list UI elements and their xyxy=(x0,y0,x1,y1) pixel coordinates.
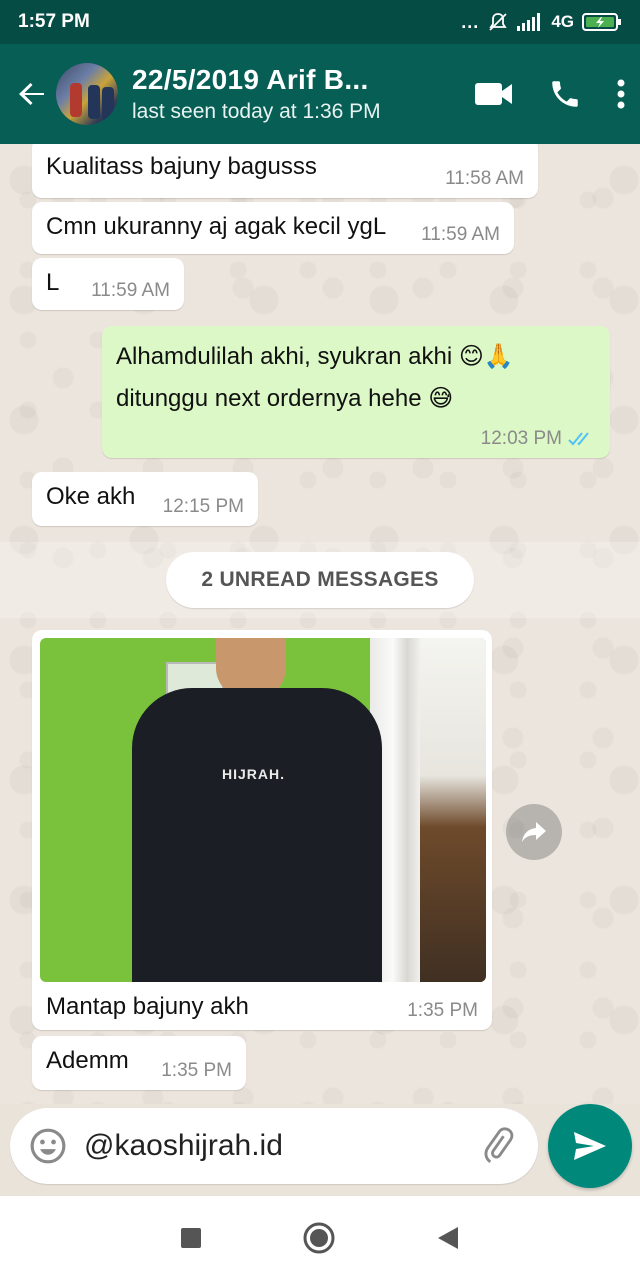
paperclip-icon xyxy=(484,1127,514,1164)
more-vertical-icon xyxy=(617,79,625,109)
signal-icon xyxy=(517,13,543,31)
shirt-print-text: HIJRAH. xyxy=(222,766,286,782)
status-icons: ... 4G xyxy=(461,12,622,33)
message-time: 11:59 AM xyxy=(421,224,500,245)
send-icon xyxy=(574,1132,606,1160)
contact-avatar[interactable] xyxy=(56,63,118,125)
message-time: 12:15 PM xyxy=(162,496,244,517)
message-incoming[interactable]: Kualitass bajuny bagusss 11:58 AM xyxy=(32,144,538,198)
video-call-icon xyxy=(475,83,512,105)
photo-tshirt xyxy=(132,688,382,982)
forward-icon xyxy=(522,822,546,842)
message-time: 11:59 AM xyxy=(91,280,170,301)
message-incoming[interactable]: Cmn ukuranny aj agak kecil ygL 11:59 AM xyxy=(32,202,514,254)
message-time: 12:03 PM xyxy=(481,428,596,450)
back-button[interactable] xyxy=(8,70,56,118)
message-time: 1:35 PM xyxy=(407,1000,478,1021)
message-input[interactable]: @kaoshijrah.id xyxy=(84,1129,474,1163)
message-text: Ademm xyxy=(46,1047,129,1074)
video-call-button[interactable] xyxy=(474,81,514,107)
message-list[interactable]: Kualitass bajuny bagusss 11:58 AM Cmn uk… xyxy=(0,144,640,1104)
status-time: 1:57 PM xyxy=(18,11,90,32)
unread-messages-divider: 2 UNREAD MESSAGES xyxy=(166,552,474,608)
message-time: 1:35 PM xyxy=(161,1060,232,1081)
message-text-line1: Alhamdulilah akhi, syukran akhi 😊🙏 xyxy=(116,343,514,370)
network-type: 4G xyxy=(551,12,574,31)
message-incoming[interactable]: L 11:59 AM xyxy=(32,258,184,310)
header-actions xyxy=(474,77,626,111)
more-options-button[interactable] xyxy=(616,79,626,109)
message-text: Kualitass bajuny bagusss xyxy=(46,153,317,180)
arrow-left-icon xyxy=(19,83,44,105)
shared-photo[interactable]: HIJRAH. xyxy=(40,638,486,982)
message-text: Cmn ukuranny aj agak kecil ygL xyxy=(46,213,387,240)
message-incoming[interactable]: Oke akh 12:15 PM xyxy=(32,472,258,526)
attach-button[interactable] xyxy=(474,1122,522,1170)
phone-icon xyxy=(552,81,578,107)
status-bar: 1:57 PM ... 4G xyxy=(0,0,640,44)
system-navigation-bar xyxy=(0,1196,640,1280)
image-caption: Mantap bajuny akh xyxy=(46,993,249,1020)
notification-dots: ... xyxy=(461,11,480,32)
contact-info[interactable]: 22/5/2019 Arif B... last seen today at 1… xyxy=(132,64,474,124)
message-text: Oke akh xyxy=(46,483,136,510)
last-seen-status: last seen today at 1:36 PM xyxy=(132,100,381,123)
forward-button[interactable] xyxy=(506,804,562,860)
send-button[interactable] xyxy=(548,1104,632,1188)
triangle-back-icon xyxy=(438,1227,458,1249)
message-incoming[interactable]: Ademm 1:35 PM xyxy=(32,1036,246,1090)
message-time: 11:58 AM xyxy=(445,168,524,189)
message-text: L xyxy=(46,269,60,296)
contact-name: 22/5/2019 Arif B... xyxy=(132,64,369,95)
emoji-button[interactable] xyxy=(24,1122,72,1170)
square-icon xyxy=(181,1228,201,1248)
home-button[interactable] xyxy=(302,1221,336,1255)
mute-icon xyxy=(487,12,509,32)
photo-curtain xyxy=(420,638,486,982)
message-image[interactable]: HIJRAH. Mantap bajuny akh 1:35 PM xyxy=(32,630,492,1030)
recents-button[interactable] xyxy=(180,1227,202,1249)
voice-call-button[interactable] xyxy=(548,77,582,111)
emoji-icon xyxy=(30,1128,66,1164)
back-nav-button[interactable] xyxy=(436,1225,460,1251)
double-check-icon xyxy=(568,432,589,446)
message-composer: @kaoshijrah.id xyxy=(10,1108,538,1184)
message-text-line2: ditunggu next ordernya hehe 😅 xyxy=(116,385,454,412)
circle-icon xyxy=(303,1222,335,1254)
battery-icon xyxy=(582,12,622,32)
chat-header: 22/5/2019 Arif B... last seen today at 1… xyxy=(0,44,640,144)
message-outgoing[interactable]: Alhamdulilah akhi, syukran akhi 😊🙏 ditun… xyxy=(102,326,610,458)
